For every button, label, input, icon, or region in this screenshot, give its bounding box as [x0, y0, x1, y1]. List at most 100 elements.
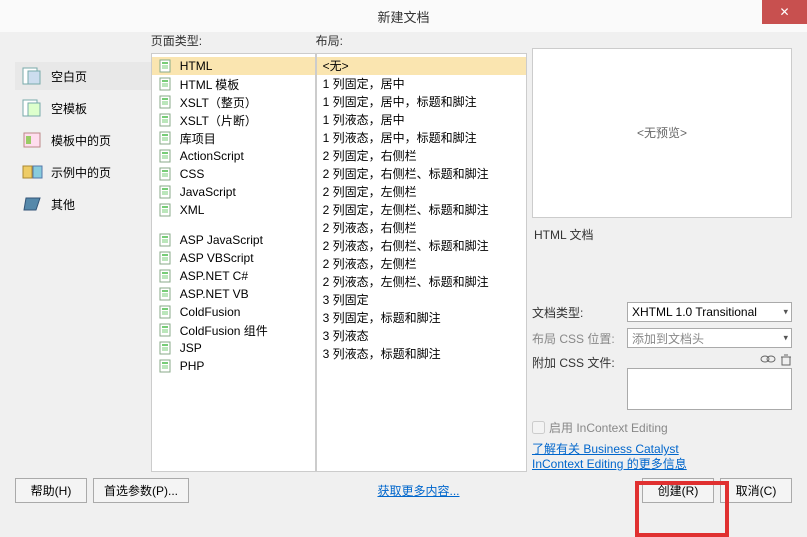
get-more-link[interactable]: 获取更多内容... — [377, 482, 459, 499]
create-button[interactable]: 创建(R) — [642, 478, 714, 503]
attachcss-input[interactable] — [627, 368, 792, 410]
page-type-item-label: XSLT（整页） — [180, 94, 257, 111]
category-blank-page[interactable]: 空白页 — [15, 62, 151, 90]
file-icon — [158, 269, 174, 283]
page-type-item-label: XSLT（片断） — [180, 112, 257, 129]
page-type-listbox[interactable]: HTML HTML 模板XSLT（整页）XSLT（片断）库项目 ActionScri… — [151, 53, 316, 472]
page-type-item[interactable]: ColdFusion — [152, 303, 315, 321]
doctype-select[interactable] — [627, 302, 792, 322]
layout-label: 布局: — [316, 32, 527, 49]
file-icon — [158, 167, 174, 181]
page-type-item[interactable]: JSP — [152, 339, 315, 357]
title-bar: 新建文档 ✕ — [0, 0, 807, 32]
page-type-item-label: HTML — [180, 59, 213, 73]
layout-item[interactable]: 2 列固定，左侧栏 — [317, 183, 526, 201]
category-blank-template[interactable]: 空模板 — [15, 94, 151, 122]
file-icon — [158, 359, 174, 373]
category-page-from-template[interactable]: 模板中的页 — [15, 126, 151, 154]
close-button[interactable]: ✕ — [762, 0, 807, 24]
category-label: 模板中的页 — [51, 132, 111, 149]
page-type-item[interactable]: XSLT（片断） — [152, 111, 315, 129]
page-type-item-label: PHP — [180, 359, 205, 373]
file-icon — [158, 323, 174, 337]
layout-item[interactable]: 3 列固定，标题和脚注 — [317, 309, 526, 327]
layout-column: 布局: <无>1 列固定，居中1 列固定，居中，标题和脚注1 列液态，居中1 列… — [316, 32, 527, 472]
file-icon — [158, 203, 174, 217]
page-type-item-label: HTML 模板 — [180, 76, 240, 93]
layout-item[interactable]: 2 列固定，左侧栏、标题和脚注 — [317, 201, 526, 219]
layout-item[interactable]: 2 列固定，右侧栏、标题和脚注 — [317, 165, 526, 183]
page-type-item[interactable]: ColdFusion 组件 — [152, 321, 315, 339]
attachcss-row: 附加 CSS 文件: — [532, 354, 792, 410]
file-icon — [158, 77, 174, 91]
category-page-from-sample[interactable]: 示例中的页 — [15, 158, 151, 186]
page-type-item[interactable]: XML — [152, 201, 315, 219]
page-type-item[interactable]: JavaScript — [152, 183, 315, 201]
cancel-button[interactable]: 取消(C) — [720, 478, 792, 503]
category-label: 空模板 — [51, 100, 87, 117]
page-type-item-label: CSS — [180, 167, 205, 181]
page-type-item[interactable]: ASP.NET VB — [152, 285, 315, 303]
layout-item[interactable]: 1 列液态，居中，标题和脚注 — [317, 129, 526, 147]
page-type-item[interactable]: CSS — [152, 165, 315, 183]
link-icon[interactable] — [760, 354, 776, 366]
page-type-item[interactable]: 库项目 — [152, 129, 315, 147]
layout-listbox[interactable]: <无>1 列固定，居中1 列固定，居中，标题和脚注1 列液态，居中1 列液态，居… — [316, 53, 527, 472]
incontext-row: 启用 InContext Editing — [532, 419, 792, 436]
page-type-item[interactable]: HTML 模板 — [152, 75, 315, 93]
page-type-item-label: ASP VBScript — [180, 251, 254, 265]
page-type-item[interactable]: ASP.NET C# — [152, 267, 315, 285]
doctype-label: 文档类型: — [532, 304, 627, 321]
attachcss-label: 附加 CSS 文件: — [532, 354, 627, 371]
layout-item[interactable]: 1 列液态，居中 — [317, 111, 526, 129]
page-type-item[interactable]: XSLT（整页） — [152, 93, 315, 111]
preferences-button[interactable]: 首选参数(P)... — [93, 478, 189, 503]
page-type-item[interactable]: PHP — [152, 357, 315, 375]
category-column: 空白页 空模板 模板中的页 示例中的页 其他 — [15, 32, 151, 472]
file-icon — [158, 233, 174, 247]
category-label: 其他 — [51, 196, 75, 213]
incontext-label: 启用 InContext Editing — [549, 419, 668, 436]
preview-description: HTML 文档 — [532, 218, 792, 253]
preview-box: <无预览> — [532, 48, 792, 218]
layout-item[interactable]: 1 列固定，居中，标题和脚注 — [317, 93, 526, 111]
close-icon: ✕ — [779, 5, 789, 19]
page-type-item[interactable]: ASP VBScript — [152, 249, 315, 267]
file-icon — [158, 113, 174, 127]
file-icon — [158, 95, 174, 109]
layout-item[interactable]: 2 列液态，右侧栏、标题和脚注 — [317, 237, 526, 255]
page-type-item[interactable]: ASP JavaScript — [152, 231, 315, 249]
layout-item[interactable]: 2 列固定，右侧栏 — [317, 147, 526, 165]
right-column: <无预览> HTML 文档 文档类型: ▾ 布局 CSS 位置: ▾ 附加 CS… — [527, 32, 792, 472]
layout-item[interactable]: 3 列固定 — [317, 291, 526, 309]
layout-item[interactable]: 2 列液态，右侧栏 — [317, 219, 526, 237]
doctype-row: 文档类型: ▾ — [532, 302, 792, 322]
layout-item[interactable]: <无> — [317, 57, 526, 75]
help-button[interactable]: 帮助(H) — [15, 478, 87, 503]
file-icon — [158, 131, 174, 145]
layout-item[interactable]: 3 列液态，标题和脚注 — [317, 345, 526, 363]
category-label: 示例中的页 — [51, 164, 111, 181]
page-from-template-icon — [21, 130, 45, 150]
trash-icon[interactable] — [780, 354, 792, 366]
page-type-item-label: ASP JavaScript — [180, 233, 263, 247]
file-icon — [158, 341, 174, 355]
layout-item[interactable]: 1 列固定，居中 — [317, 75, 526, 93]
page-type-item-label: ActionScript — [180, 149, 244, 163]
learn-more-link[interactable]: 了解有关 Business Catalyst InContext Editing… — [532, 442, 792, 472]
no-preview-text: <无预览> — [637, 124, 687, 141]
category-other[interactable]: 其他 — [15, 190, 151, 218]
window-title: 新建文档 — [377, 7, 429, 26]
layout-item[interactable]: 3 列液态 — [317, 327, 526, 345]
page-from-sample-icon — [21, 162, 45, 182]
incontext-checkbox — [532, 421, 545, 434]
page-type-item[interactable]: HTML — [152, 57, 315, 75]
page-type-item-label: ASP.NET C# — [180, 269, 248, 283]
blank-page-icon — [21, 66, 45, 86]
file-icon — [158, 305, 174, 319]
layout-item[interactable]: 2 列液态，左侧栏 — [317, 255, 526, 273]
page-type-column: 页面类型: HTMLHTML 模板XSLT（整页）XSLT（片断）库项目Acti… — [151, 32, 316, 472]
csspos-select[interactable] — [627, 328, 792, 348]
page-type-item[interactable]: ActionScript — [152, 147, 315, 165]
layout-item[interactable]: 2 列液态，左侧栏、标题和脚注 — [317, 273, 526, 291]
